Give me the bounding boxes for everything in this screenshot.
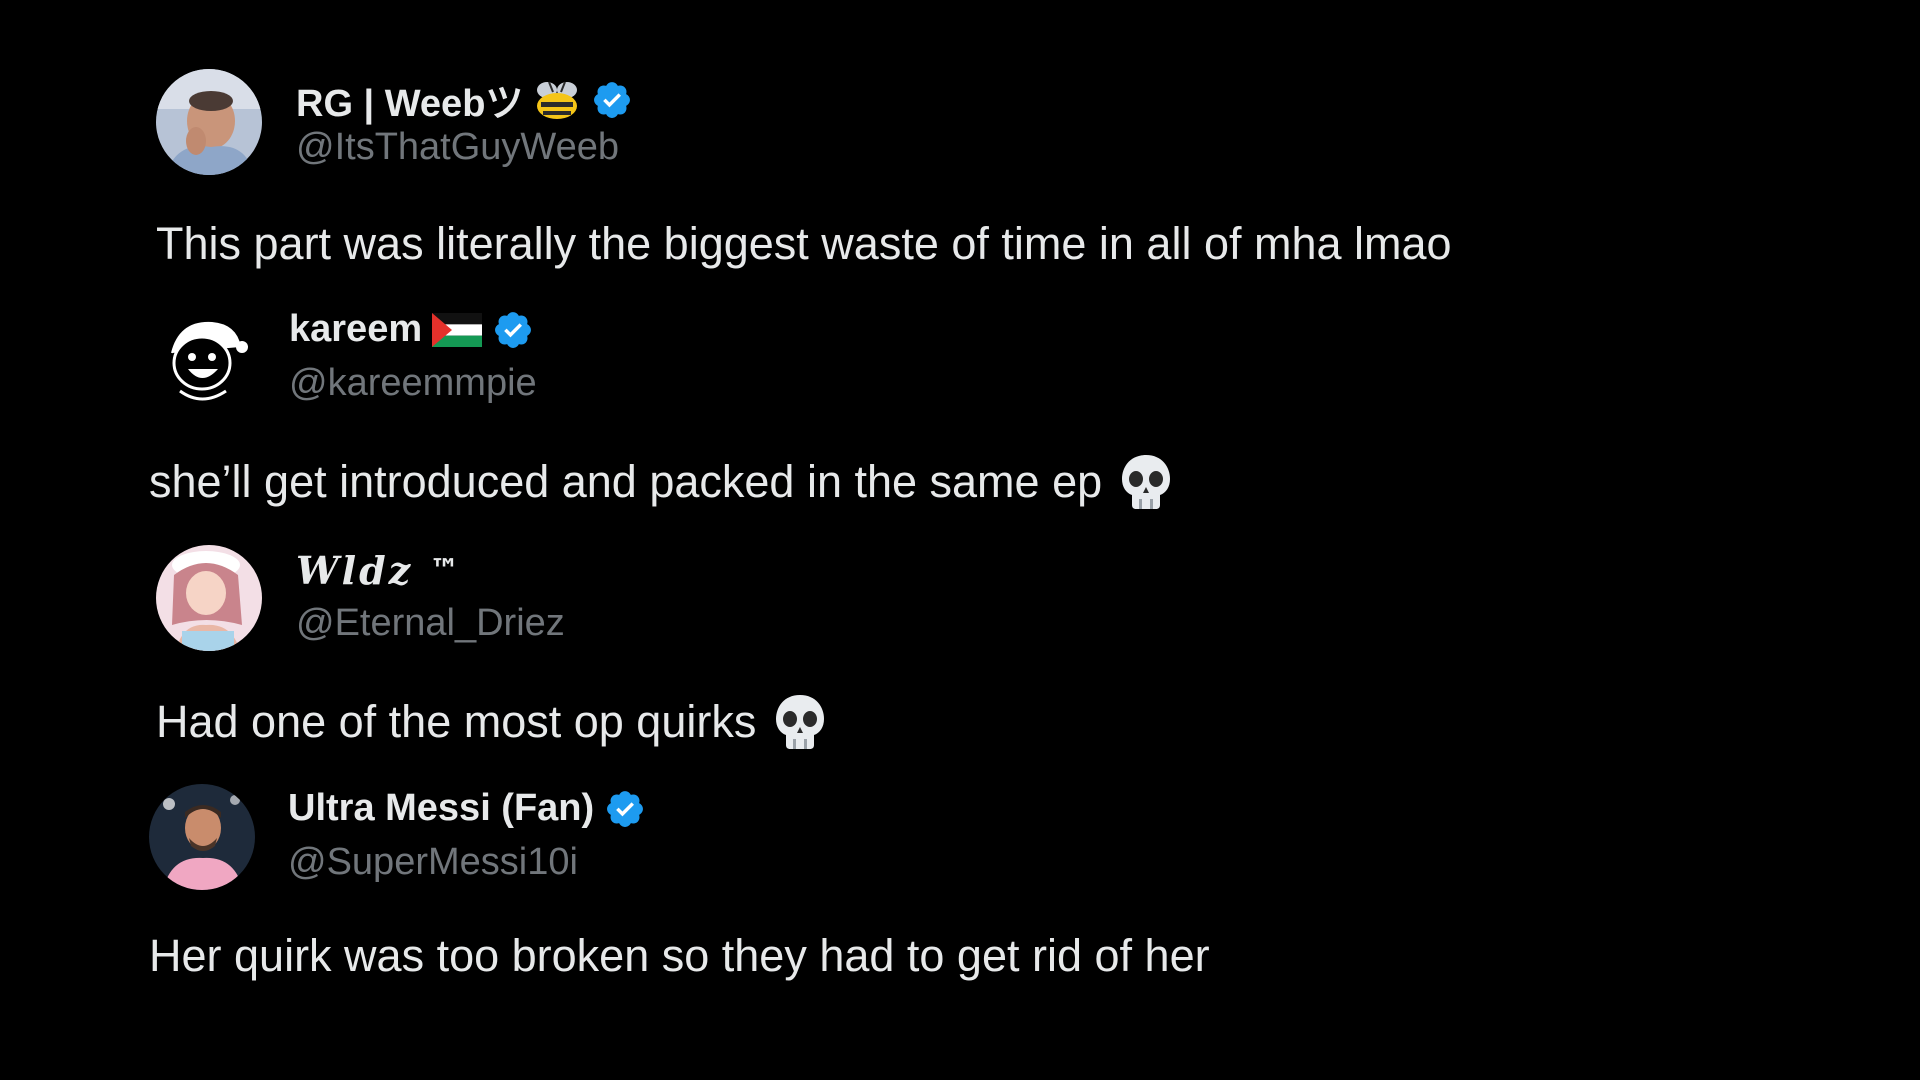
avatar-photo-icon — [156, 69, 262, 175]
verified-badge-icon[interactable] — [604, 788, 646, 830]
tweet-text: Her quirk was too broken so they had to … — [149, 930, 1210, 982]
palestine-flag-emoji — [432, 312, 483, 347]
display-name-row: Ultra Messi (Fan) — [288, 787, 646, 830]
display-name[interactable]: kareem — [289, 308, 422, 351]
tweet-text: Had one of the most op quirks — [156, 693, 826, 751]
skull-emoji — [1120, 453, 1172, 511]
avatar-cartoon-icon — [150, 307, 256, 413]
avatar[interactable] — [149, 784, 255, 890]
tweet-text: she’ll get introduced and packed in the … — [149, 453, 1172, 511]
user-handle[interactable]: @kareemmpie — [289, 362, 537, 405]
skull-emoji — [774, 693, 826, 751]
bee-emoji — [533, 78, 581, 122]
trademark-symbol: ™ — [429, 553, 460, 588]
display-name-row: 𝑾𝒍𝒅𝒛 ™ — [296, 548, 459, 593]
avatar-player-photo-icon — [149, 784, 255, 890]
display-name[interactable]: 𝑾𝒍𝒅𝒛 — [296, 548, 413, 593]
verified-badge-icon[interactable] — [591, 79, 633, 121]
display-name[interactable]: RG | Weebツ — [296, 72, 523, 127]
avatar-anime-girl-icon — [156, 545, 262, 651]
display-name-row: RG | Weebツ — [296, 72, 633, 127]
user-handle[interactable]: @ItsThatGuyWeeb — [296, 126, 619, 169]
avatar[interactable] — [150, 307, 256, 413]
tweet-text-content: This part was literally the biggest wast… — [156, 218, 1452, 269]
tweet-text-content: Her quirk was too broken so they had to … — [149, 930, 1210, 981]
tweet-text: This part was literally the biggest wast… — [156, 218, 1452, 270]
verified-badge-icon[interactable] — [492, 309, 534, 351]
user-handle[interactable]: @Eternal_Driez — [296, 602, 565, 645]
tweet-text-content: she’ll get introduced and packed in the … — [149, 456, 1103, 507]
avatar[interactable] — [156, 69, 262, 175]
user-handle[interactable]: @SuperMessi10i — [288, 841, 578, 884]
display-name-row: kareem — [289, 308, 534, 351]
avatar[interactable] — [156, 545, 262, 651]
tweet-text-content: Had one of the most op quirks — [156, 696, 757, 747]
display-name[interactable]: Ultra Messi (Fan) — [288, 787, 594, 830]
